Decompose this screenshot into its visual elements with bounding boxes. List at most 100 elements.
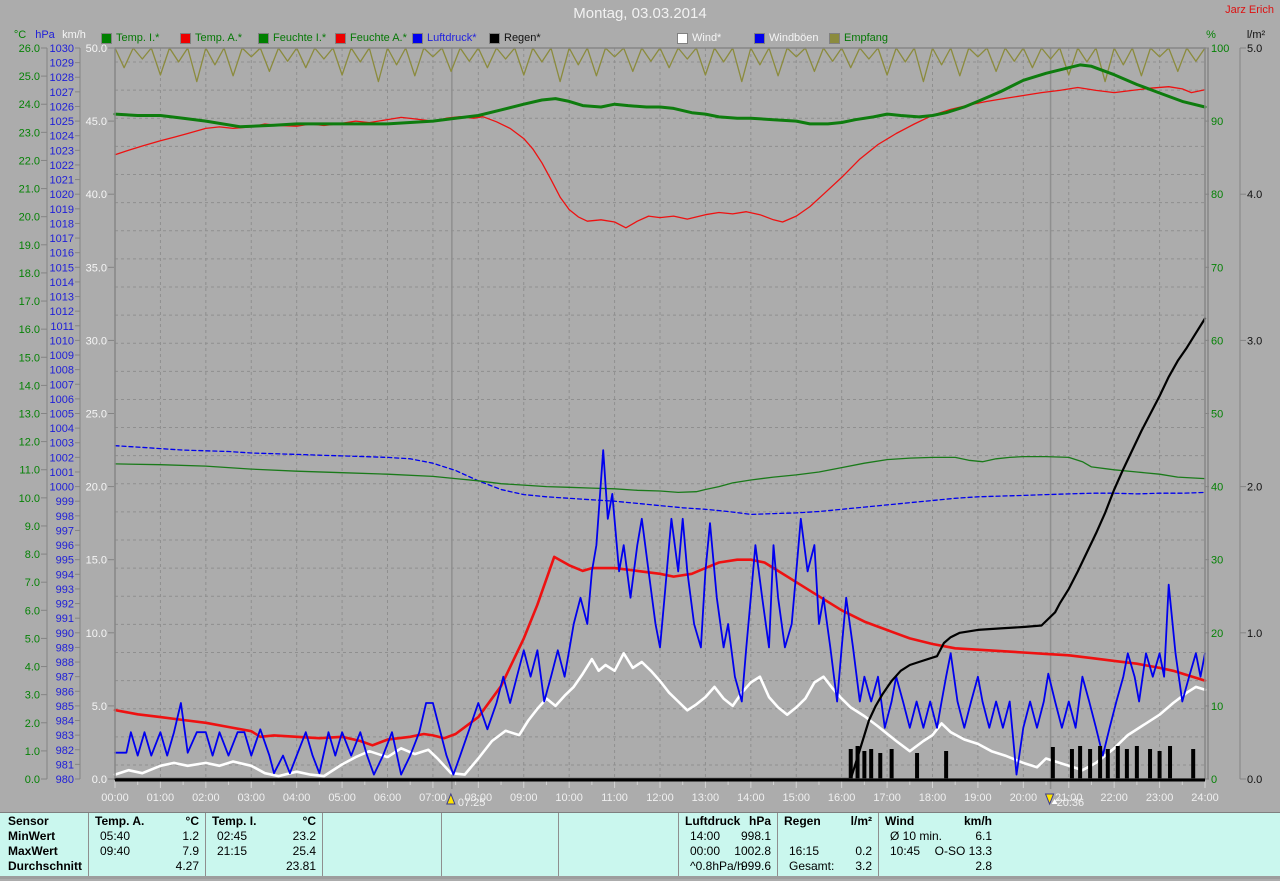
svg-text:1001: 1001	[50, 467, 74, 479]
x-axis-label: 07:00	[419, 792, 447, 804]
svg-text:25.0: 25.0	[86, 409, 107, 421]
svg-text:985: 985	[56, 701, 74, 713]
table-divider	[678, 813, 679, 876]
x-axis-label: 08:00	[465, 792, 493, 804]
svg-text:10.0: 10.0	[19, 493, 40, 505]
svg-text:7.0: 7.0	[25, 577, 40, 589]
svg-text:13.0: 13.0	[19, 409, 40, 421]
svg-text:999: 999	[56, 496, 74, 508]
x-axis-label: 19:00	[964, 792, 992, 804]
svg-text:1023: 1023	[50, 145, 74, 157]
cell-value: 999.6	[685, 859, 771, 874]
svg-text:3.0: 3.0	[1247, 335, 1262, 347]
x-axis-label: 01:00	[147, 792, 175, 804]
table-divider	[441, 813, 442, 876]
cell-value: 4.27	[95, 859, 199, 874]
svg-text:3.0: 3.0	[25, 690, 40, 702]
svg-text:1.0: 1.0	[1247, 628, 1262, 640]
svg-text:981: 981	[56, 759, 74, 771]
row-label: Sensor	[8, 814, 49, 829]
row-label: MaxWert	[8, 844, 58, 859]
cell-value: 23.81	[212, 859, 316, 874]
x-axis-label: 02:00	[192, 792, 220, 804]
svg-text:2.0: 2.0	[1247, 482, 1262, 494]
x-axis-label: 20:00	[1010, 792, 1038, 804]
svg-text:1007: 1007	[50, 379, 74, 391]
svg-text:16.0: 16.0	[19, 324, 40, 336]
svg-text:1012: 1012	[50, 306, 74, 318]
column-unit: hPa	[685, 814, 771, 829]
gridlines	[115, 48, 1205, 779]
svg-text:19.0: 19.0	[19, 240, 40, 252]
svg-text:995: 995	[56, 555, 74, 567]
svg-text:35.0: 35.0	[86, 262, 107, 274]
svg-text:986: 986	[56, 686, 74, 698]
svg-text:5.0: 5.0	[1247, 43, 1262, 55]
column-unit: °C	[212, 814, 316, 829]
svg-text:1011: 1011	[50, 321, 74, 333]
cell-value: 25.4	[212, 844, 316, 859]
cell-value: 998.1	[685, 829, 771, 844]
svg-text:1002: 1002	[50, 452, 74, 464]
weather-logger-app: Montag, 03.03.2014 Jarz Erich Temp. I.*T…	[0, 0, 1280, 881]
svg-text:0: 0	[1211, 774, 1217, 786]
x-axis-label: 13:00	[692, 792, 720, 804]
cell-value: 7.9	[95, 844, 199, 859]
x-axis-label: 24:00	[1191, 792, 1219, 804]
x-axis-label: 00:00	[101, 792, 129, 804]
table-divider	[878, 813, 879, 876]
svg-text:1009: 1009	[50, 350, 74, 362]
sunrise-marker-icon	[447, 794, 455, 804]
svg-text:100: 100	[1211, 43, 1229, 55]
svg-text:0.0: 0.0	[92, 774, 107, 786]
axis-unit-label: hPa	[35, 29, 55, 41]
axis-unit-label: km/h	[62, 29, 86, 41]
svg-text:15.0: 15.0	[86, 555, 107, 567]
svg-text:1020: 1020	[50, 189, 74, 201]
svg-text:1005: 1005	[50, 409, 74, 421]
axes: 0.01.02.03.04.05.06.07.08.09.010.011.012…	[14, 29, 1266, 804]
table-divider	[322, 813, 323, 876]
cell-value: 3.2	[784, 859, 872, 874]
svg-text:1015: 1015	[50, 262, 74, 274]
svg-text:1026: 1026	[50, 101, 74, 113]
svg-text:30: 30	[1211, 555, 1223, 567]
svg-text:1003: 1003	[50, 438, 74, 450]
svg-text:17.0: 17.0	[19, 296, 40, 308]
svg-text:10: 10	[1211, 701, 1223, 713]
x-axis-label: 14:00	[737, 792, 765, 804]
svg-text:18.0: 18.0	[19, 268, 40, 280]
column-unit: km/h	[885, 814, 992, 829]
svg-text:45.0: 45.0	[86, 116, 107, 128]
svg-text:6.0: 6.0	[25, 605, 40, 617]
row-label: MinWert	[8, 829, 55, 844]
svg-text:992: 992	[56, 599, 74, 611]
svg-text:994: 994	[56, 569, 74, 581]
svg-text:80: 80	[1211, 189, 1223, 201]
svg-text:12.0: 12.0	[19, 437, 40, 449]
table-divider	[777, 813, 778, 876]
x-axis-label: 15:00	[782, 792, 810, 804]
svg-text:22.0: 22.0	[19, 155, 40, 167]
svg-text:0.0: 0.0	[1247, 774, 1262, 786]
svg-text:1.0: 1.0	[25, 746, 40, 758]
svg-text:1018: 1018	[50, 218, 74, 230]
svg-text:4.0: 4.0	[25, 662, 40, 674]
x-axis-label: 11:00	[601, 792, 628, 804]
svg-text:997: 997	[56, 525, 74, 537]
svg-text:1025: 1025	[50, 116, 74, 128]
svg-text:1027: 1027	[50, 87, 74, 99]
svg-text:20.0: 20.0	[86, 482, 107, 494]
svg-text:5.0: 5.0	[92, 701, 107, 713]
svg-text:70: 70	[1211, 262, 1223, 274]
svg-text:23.0: 23.0	[19, 127, 40, 139]
svg-text:990: 990	[56, 628, 74, 640]
svg-text:1004: 1004	[50, 423, 74, 435]
svg-text:26.0: 26.0	[19, 43, 40, 55]
axis-unit-label: °C	[14, 29, 26, 41]
svg-text:1008: 1008	[50, 365, 74, 377]
cell-value: O-SO 13.3	[885, 844, 992, 859]
x-axis-label: 23:00	[1146, 792, 1174, 804]
svg-text:9.0: 9.0	[25, 521, 40, 533]
axis-unit-label: %	[1206, 29, 1216, 41]
